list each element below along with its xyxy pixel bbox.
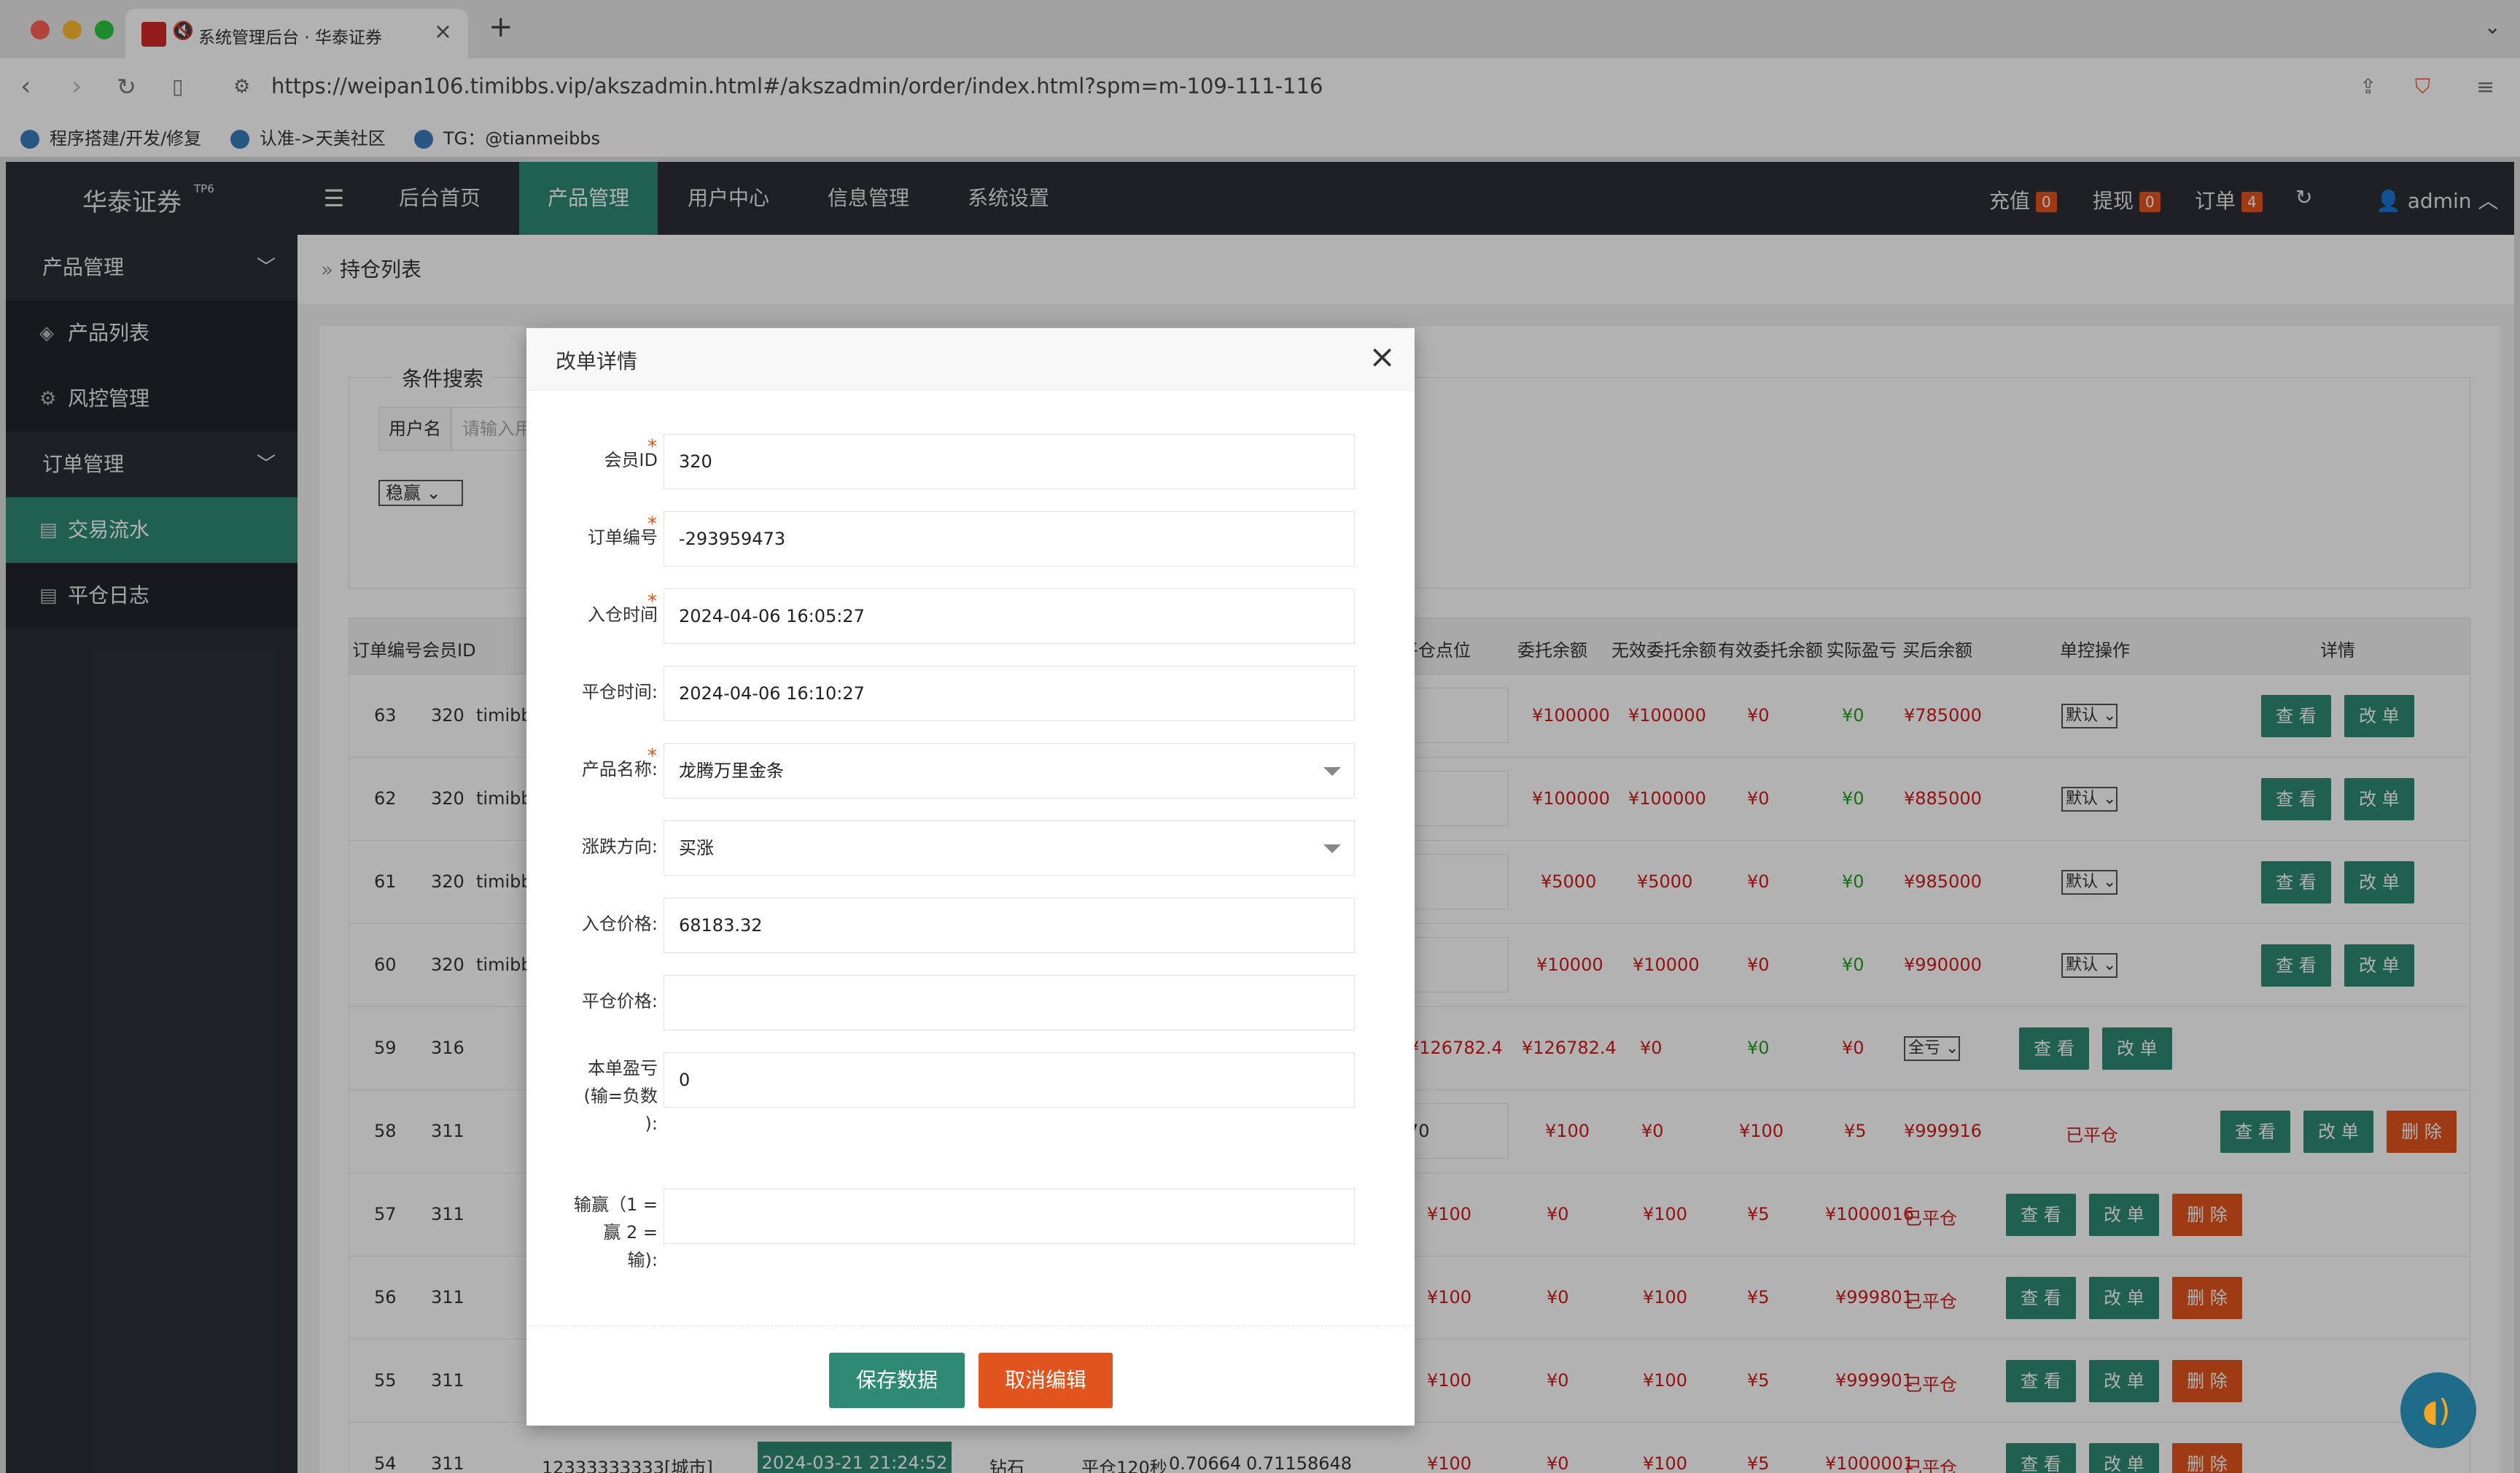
winlose-label-line1: 输赢（1 =	[573, 1194, 658, 1215]
direction-select[interactable]: 买涨	[664, 820, 1355, 876]
profit-field[interactable]: 0	[664, 1052, 1355, 1108]
required-mark: *	[648, 513, 657, 535]
dialog-footer: 保存数据 取消编辑	[526, 1326, 1415, 1426]
member-id-field[interactable]: 320	[664, 434, 1355, 489]
required-mark: *	[648, 436, 657, 458]
profit-label-line2: (输=负数	[583, 1086, 658, 1106]
open-price-label: 入仓价格:	[581, 914, 658, 934]
cancel-button[interactable]: 取消编辑	[979, 1353, 1113, 1408]
order-no-field[interactable]: -293959473	[664, 511, 1355, 567]
open-time-field[interactable]: 2024-04-06 16:05:27	[664, 588, 1355, 644]
product-select[interactable]: 龙腾万里金条	[664, 743, 1355, 798]
edit-order-dialog: 改单详情 × 会员ID * 320 订单编号 * -293959473 入仓时间…	[526, 328, 1415, 1426]
close-price-field[interactable]	[664, 975, 1355, 1030]
open-time-label: 入仓时间	[588, 605, 658, 625]
required-mark: *	[648, 591, 657, 613]
close-icon[interactable]: ×	[1369, 338, 1396, 376]
product-label: 产品名称:	[581, 759, 658, 780]
required-mark: *	[648, 745, 657, 767]
profit-label-line1: 本单盈亏	[588, 1058, 658, 1078]
audio-float-button[interactable]: ◖)	[2400, 1372, 2476, 1448]
dialog-header: 改单详情 ×	[526, 328, 1415, 391]
speaker-icon: ◖)	[2422, 1393, 2451, 1429]
dialog-title: 改单详情	[556, 349, 638, 373]
profit-label-line3: ):	[645, 1114, 658, 1134]
close-time-label: 平仓时间:	[581, 682, 658, 702]
close-price-label: 平仓价格:	[581, 991, 658, 1011]
direction-label: 涨跌方向:	[581, 836, 658, 857]
winlose-field[interactable]	[664, 1189, 1355, 1244]
close-time-field[interactable]: 2024-04-06 16:10:27	[664, 666, 1355, 721]
open-price-field[interactable]: 68183.32	[664, 898, 1355, 953]
winlose-label-line2: 赢 2 =	[603, 1222, 658, 1243]
dropdown-caret-icon	[1323, 767, 1341, 776]
dropdown-caret-icon	[1323, 844, 1341, 853]
winlose-label-line3: 输):	[627, 1250, 658, 1270]
member-id-label: 会员ID	[604, 450, 658, 470]
save-button[interactable]: 保存数据	[829, 1353, 965, 1408]
order-no-label: 订单编号	[588, 527, 658, 548]
